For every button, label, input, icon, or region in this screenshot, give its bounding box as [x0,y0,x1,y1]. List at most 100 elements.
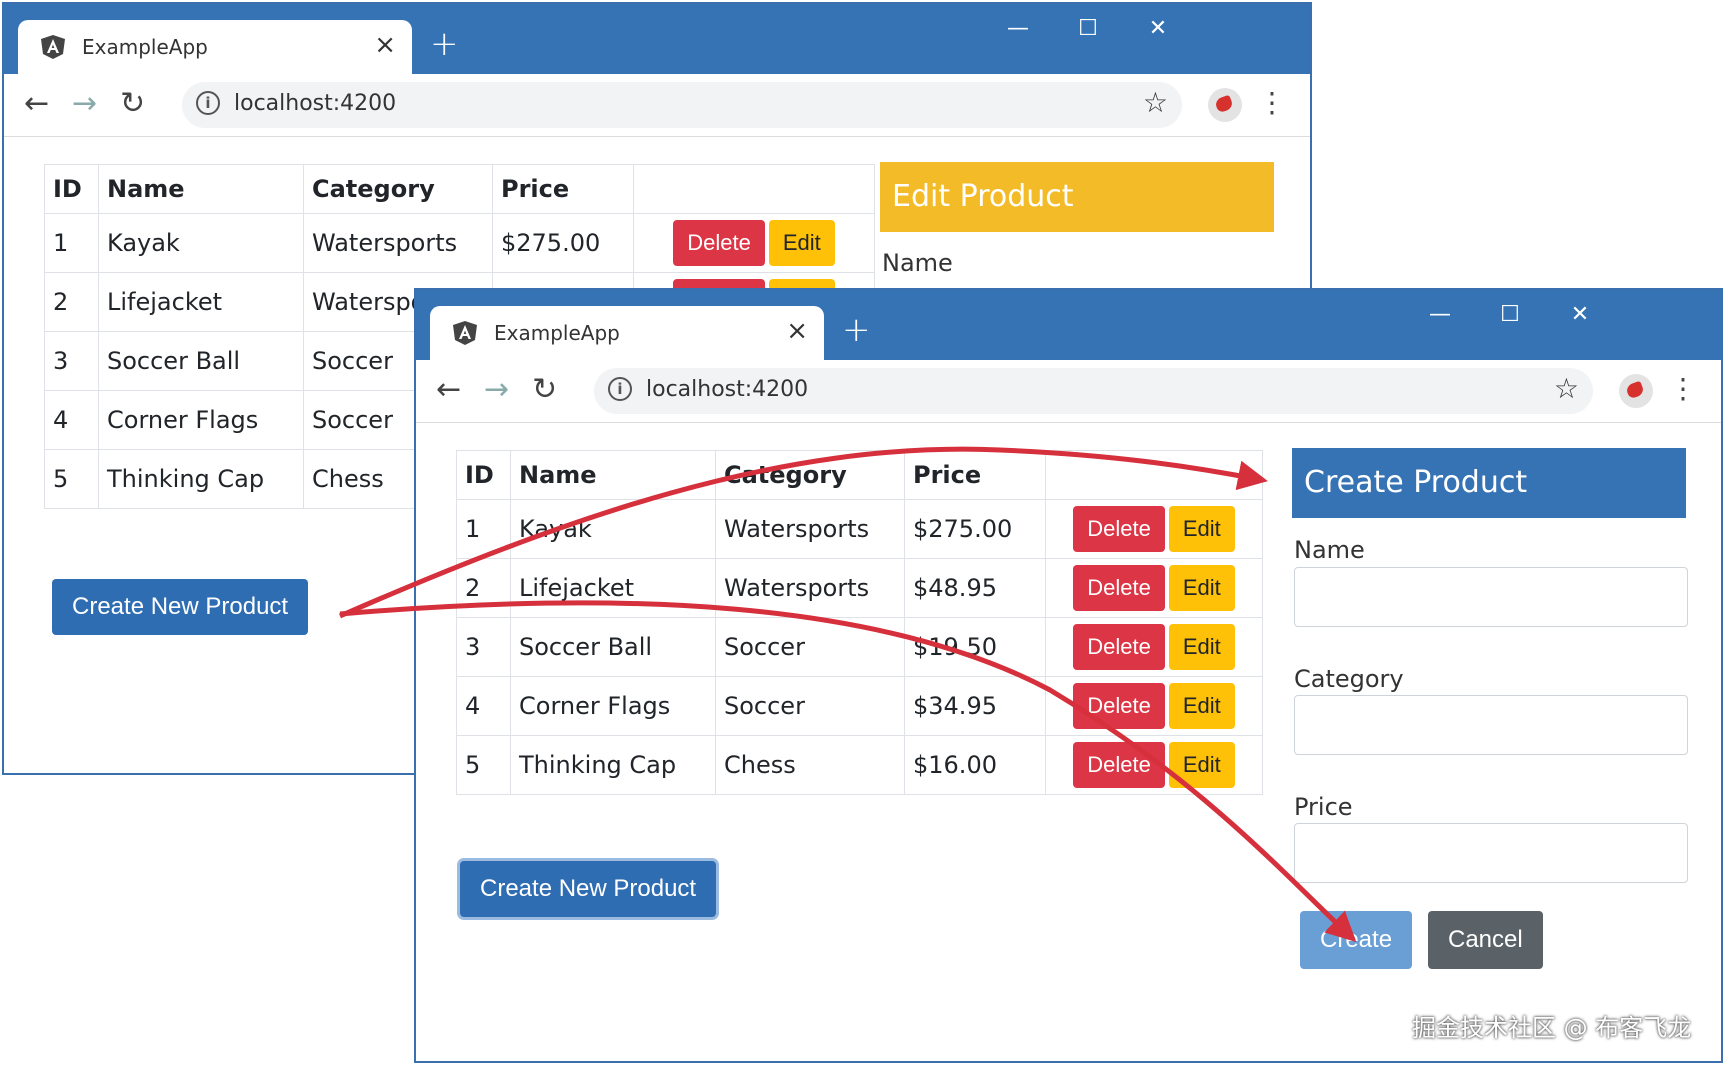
menu-icon[interactable]: ⋮ [1258,86,1286,119]
back-icon[interactable]: ← [436,372,461,407]
cell-id: 1 [44,213,99,273]
avatar[interactable] [1208,88,1242,122]
browser-tab[interactable]: ExampleApp × [18,20,412,76]
cell-name: Soccer Ball [510,617,716,677]
angular-icon [453,321,477,345]
delete-button[interactable]: Delete [1073,565,1165,611]
cell-price: $275.00 [492,213,634,273]
title-bar: ExampleApp × + — ☐ ✕ [416,290,1721,362]
cell-category: Soccer [715,617,905,677]
avatar[interactable] [1619,374,1653,408]
close-tab-icon[interactable]: × [786,316,808,346]
star-icon[interactable]: ☆ [1554,372,1579,405]
tab-title: ExampleApp [494,321,620,345]
star-icon[interactable]: ☆ [1143,86,1168,119]
url-text: localhost:4200 [234,91,397,116]
cancel-button[interactable]: Cancel [1428,911,1543,969]
col-header-name: Name [98,164,304,214]
address-bar[interactable]: i localhost:4200 ☆ [182,82,1182,128]
table-row: 2 Lifejacket Watersports $48.95 Delete Edit [456,558,1263,618]
category-input[interactable] [1294,695,1688,755]
close-window-icon[interactable]: ✕ [1138,16,1178,41]
create-new-product-button[interactable]: Create New Product [460,861,717,917]
cell-actions: DeleteEdit [1045,676,1263,736]
cell-actions: DeleteEdit [1045,617,1263,677]
cell-name: Lifejacket [510,558,716,618]
table-row: 5 Thinking Cap Chess $16.00 Delete Edit [456,735,1263,795]
create-new-product-button[interactable]: Create New Product [52,579,309,635]
minimize-icon[interactable]: — [998,16,1038,41]
close-tab-icon[interactable]: × [374,30,396,60]
name-label: Name [1294,536,1365,564]
forward-icon[interactable]: → [484,372,509,407]
cell-category: Watersports [715,558,905,618]
menu-icon[interactable]: ⋮ [1669,372,1697,405]
category-label: Category [1294,665,1404,693]
cell-id: 4 [44,390,99,450]
cell-id: 3 [44,331,99,391]
reload-icon[interactable]: ↻ [532,372,557,407]
cell-category: Watersports [303,213,493,273]
edit-button[interactable]: Edit [1168,742,1235,788]
col-header-id: ID [44,164,99,214]
cell-id: 3 [456,617,511,677]
browser-toolbar: ← → ↻ i localhost:4200 ☆ ⋮ [416,360,1721,423]
back-icon[interactable]: ← [24,86,49,121]
col-header-category: Category [303,164,493,214]
col-header-category: Category [715,450,905,500]
create-button[interactable]: Create [1300,911,1413,969]
col-header-actions [633,164,875,214]
minimize-icon[interactable]: — [1420,302,1460,327]
form-title: Edit Product [880,162,1274,232]
table-row: 1 Kayak Watersports $275.00 Delete Edit [456,499,1263,559]
edit-button[interactable]: Edit [768,220,835,266]
table-row: 1 Kayak Watersports $275.00 Delete Edit [44,213,875,273]
info-icon[interactable]: i [196,91,220,115]
cell-id: 2 [456,558,511,618]
maximize-icon[interactable]: ☐ [1068,16,1108,41]
name-input[interactable] [1294,567,1688,627]
col-header-price: Price [492,164,634,214]
new-tab-icon[interactable]: + [430,24,459,64]
cell-category: Watersports [715,499,905,559]
cell-name: Corner Flags [510,676,716,736]
cell-actions: DeleteEdit [1045,558,1263,618]
products-table: ID Name Category Price 1 Kayak Watersports… [456,450,1263,795]
bird-icon [1214,94,1234,114]
new-tab-icon[interactable]: + [842,310,871,350]
address-bar[interactable]: i localhost:4200 ☆ [594,368,1593,414]
close-window-icon[interactable]: ✕ [1560,302,1600,327]
col-header-price: Price [904,450,1046,500]
delete-button[interactable]: Delete [1073,683,1165,729]
cell-name: Thinking Cap [98,449,304,509]
delete-button[interactable]: Delete [1073,506,1165,552]
info-icon[interactable]: i [608,377,632,401]
cell-category: Soccer [715,676,905,736]
edit-button[interactable]: Edit [1168,624,1235,670]
angular-icon [41,35,65,59]
browser-tab[interactable]: ExampleApp × [430,306,824,362]
browser-window-front: ExampleApp × + — ☐ ✕ ← → ↻ i localhost:4… [414,288,1723,1063]
title-bar: ExampleApp × + — ☐ ✕ [4,4,1310,76]
cell-price: $16.00 [904,735,1046,795]
cell-actions: DeleteEdit [1045,499,1263,559]
edit-button[interactable]: Edit [1168,506,1235,552]
cell-id: 2 [44,272,99,332]
delete-button[interactable]: Delete [673,220,765,266]
forward-icon[interactable]: → [72,86,97,121]
edit-button[interactable]: Edit [1168,565,1235,611]
cell-id: 4 [456,676,511,736]
edit-button[interactable]: Edit [1168,683,1235,729]
tab-title: ExampleApp [82,35,208,59]
maximize-icon[interactable]: ☐ [1490,302,1530,327]
cell-category: Chess [715,735,905,795]
table-row: 4 Corner Flags Soccer $34.95 Delete Edit [456,676,1263,736]
cell-actions: DeleteEdit [1045,735,1263,795]
delete-button[interactable]: Delete [1073,742,1165,788]
reload-icon[interactable]: ↻ [120,86,145,121]
watermark: 掘金技术社区 @ 布客飞龙 [1412,1014,1692,1042]
price-input[interactable] [1294,823,1688,883]
delete-button[interactable]: Delete [1073,624,1165,670]
browser-toolbar: ← → ↻ i localhost:4200 ☆ ⋮ [4,74,1310,137]
cell-price: $34.95 [904,676,1046,736]
